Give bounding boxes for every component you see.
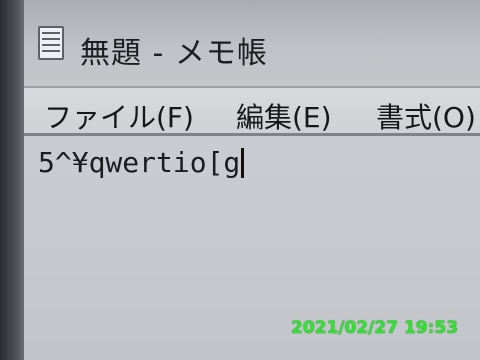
menu-format[interactable]: 書式(O) (376, 96, 476, 136)
photo-timestamp: 2021/02/27 19:53 (291, 318, 459, 338)
menu-file[interactable]: ファイル(F) (44, 96, 194, 136)
editor-text-line: 5^¥qwertio[g (38, 146, 245, 179)
title-bar: 無題 - メモ帳 (24, 0, 480, 86)
notepad-window: 無題 - メモ帳 ファイル(F) 編集(E) 書式(O) 5^¥qwertio[… (24, 0, 480, 360)
monitor-bezel (0, 0, 24, 360)
editor-text: 5^¥qwertio[g (38, 146, 241, 179)
window-title: 無題 - メモ帳 (80, 36, 268, 71)
text-caret (241, 148, 245, 178)
menu-edit[interactable]: 編集(E) (236, 96, 332, 136)
menu-bar: ファイル(F) 編集(E) 書式(O) (24, 86, 480, 136)
notepad-icon (38, 26, 64, 60)
